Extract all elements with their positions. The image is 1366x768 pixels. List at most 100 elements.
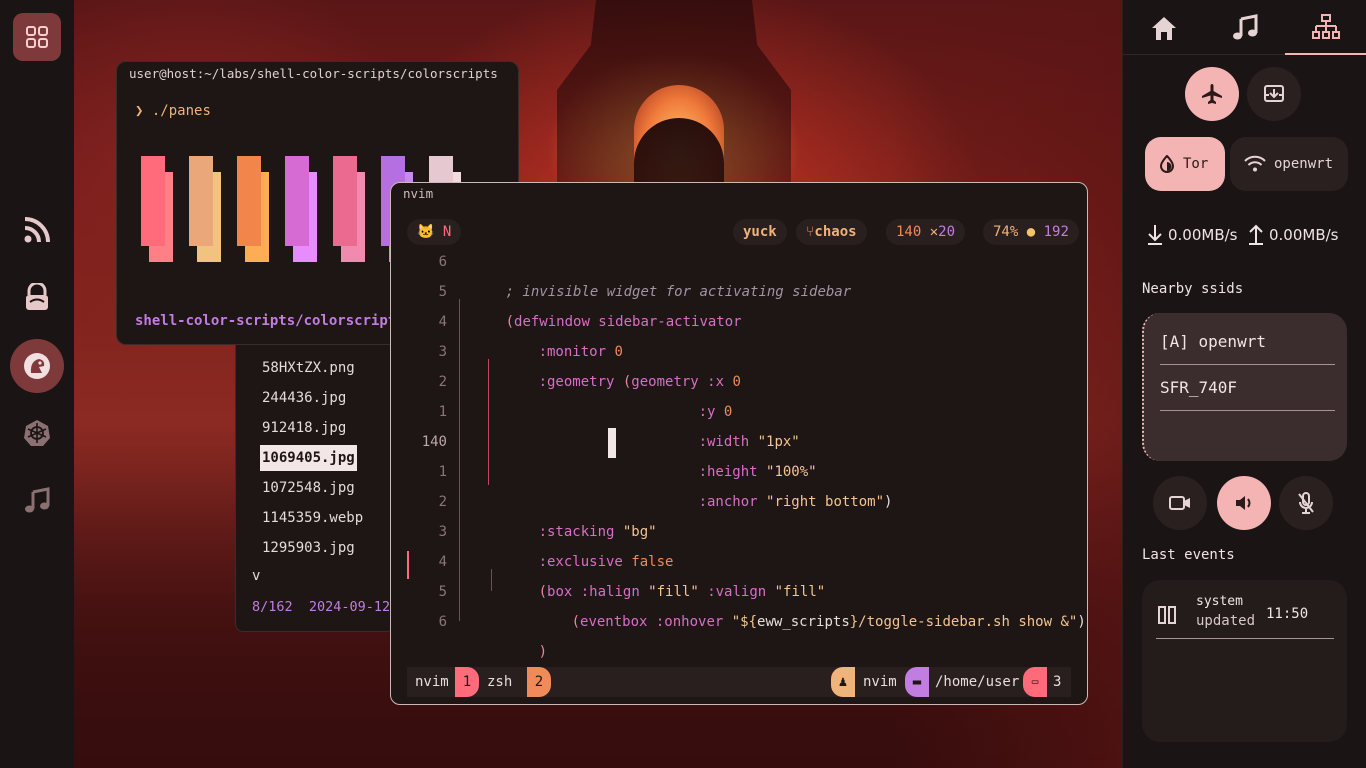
rss-icon [24,217,50,243]
color-pane [333,156,373,266]
color-pane-front [237,156,261,246]
code-line: ) [538,644,548,660]
color-pane-front [141,156,165,246]
color-pane [237,156,277,266]
camera-toggle[interactable] [1153,476,1207,530]
music-note-icon [25,487,50,513]
tmux-current-path: /home/user [935,674,1020,690]
tmux-current-app: nvim [863,674,897,690]
tmux-session-count: 3 [1053,674,1062,690]
line-number: 4 [438,314,447,330]
event-text: updated [1196,613,1256,629]
code-line: :stacking "bg" [538,524,657,540]
file-item[interactable]: 244436.jpg [260,385,348,411]
code-line: ; invisible widget for activating sideba… [505,284,852,300]
tmux-window-number[interactable]: 2 [527,667,551,697]
code-line: :height "100%" [698,464,817,480]
airplane-icon [1202,84,1222,104]
tmux-statusbar: nvim 1 zsh 2 ♟ nvim ▬ /home/user ▭ 3 [407,667,1071,697]
ssid-item[interactable]: SFR_740F [1160,365,1335,411]
download-speed-value: 0.00MB/s [1168,226,1238,244]
file-item[interactable]: 1295903.jpg [260,535,357,561]
nvim-filetype: yuck [733,219,787,245]
code-line: :monitor 0 [538,344,623,360]
line-number: 1 [438,404,447,420]
upload-speed-value: 0.00MB/s [1269,226,1339,244]
line-number: 2 [438,494,447,510]
qutebrowser-button[interactable] [10,339,64,393]
file-item-selected[interactable]: 1069405.jpg [260,445,357,471]
control-sidebar: Tor openwrt 0.00MB/s 0.00MB/s Nearby ssi… [1122,0,1366,768]
wifi-label: openwrt [1274,156,1334,172]
terminal-icon: ▭ [1023,667,1047,697]
volume-toggle[interactable] [1217,476,1271,530]
line-number: 3 [438,524,447,540]
color-pane-front [333,156,357,246]
incognito-button[interactable] [14,274,60,320]
tmux-window-name[interactable]: nvim [415,667,449,697]
file-item[interactable]: 58HXtZX.png [260,355,357,381]
color-pane [141,156,181,266]
line-number: 1 [438,464,447,480]
tab-network[interactable] [1285,0,1366,55]
kubernetes-button[interactable] [14,410,60,456]
download-speed: 0.00MB/s [1146,224,1238,246]
folder-icon: ▬ [905,667,929,697]
tab-home[interactable] [1123,0,1204,55]
file-item[interactable]: 912418.jpg [260,415,348,441]
tor-toggle[interactable]: Tor [1145,137,1225,191]
tab-music[interactable] [1204,0,1285,55]
nvim-cursor-pill: 140 ✕20 [886,219,966,245]
event-source: system [1196,594,1243,609]
airplane-mode-toggle[interactable] [1185,67,1239,121]
line-number: 5 [438,284,447,300]
upload-speed: 0.00MB/s [1247,224,1339,246]
code-line: :geometry (geometry :x 0 [538,374,741,390]
left-dock [0,0,74,768]
code-line: :exclusive false [538,554,674,570]
line-number: 4 [438,554,447,570]
file-item[interactable]: 1145359.webp [260,505,365,531]
dot-icon: ● [1026,224,1036,240]
apps-grid-icon [26,26,48,48]
color-pane-front [189,156,213,246]
pause-icon [1158,606,1176,628]
apps-grid-button[interactable] [13,13,61,61]
nearby-ssids-title: Nearby ssids [1142,281,1244,297]
tor-label: Tor [1183,156,1209,172]
tmux-window-name[interactable]: zsh [487,667,512,697]
file-percent: 74% [993,224,1019,240]
file-manager-mode: v [252,568,261,584]
file-position: 8/162 [252,599,293,615]
microphone-toggle[interactable] [1279,476,1333,530]
prompt-symbol: ❯ [135,103,144,119]
nvim-terminal[interactable]: nvim 🐱 N yuck ⑂chaos 140 ✕20 74% ● 192 6… [390,182,1088,705]
git-change-marker [407,551,409,579]
code-line: :anchor "right bottom") [698,494,893,510]
code-line: (box :halign "fill" :valign "fill" [538,584,826,600]
nvim-cursor [608,428,616,458]
music-button[interactable] [14,478,60,524]
ssid-list: [A] openwrt SFR_740F [1142,313,1347,461]
tor-onion-icon [1159,155,1175,173]
file-manager-window: 58HXtZX.png 244436.jpg 912418.jpg 106940… [235,340,395,632]
nvim-branch-pill: ⑂chaos [796,219,867,245]
sidebar-tabbar [1123,0,1366,55]
file-item[interactable]: 1072548.jpg [260,475,357,501]
wifi-toggle[interactable]: openwrt [1230,137,1348,191]
nvim-progress-pill: 74% ● 192 [983,219,1079,245]
color-pane [285,156,325,266]
code-line: (eventbox :onhover "${eww_scripts}/toggl… [571,614,1086,630]
ssid-item[interactable]: [A] openwrt [1160,319,1335,365]
nvim-branch: chaos [814,224,857,240]
vim-cat-icon: 🐱 [417,224,435,240]
download-toggle[interactable] [1247,67,1301,121]
nvim-mode-pill: 🐱 N [407,219,462,245]
rss-button[interactable] [14,207,60,253]
cursor-col: 20 [938,224,956,240]
events-list: system updated 11:50 [1142,580,1347,742]
line-number: 6 [438,254,447,270]
nvim-window-title: nvim [403,186,434,201]
tmux-window-number[interactable]: 1 [455,667,479,697]
nvim-statusline-top: 🐱 N yuck ⑂chaos 140 ✕20 74% ● 192 [407,219,1079,245]
